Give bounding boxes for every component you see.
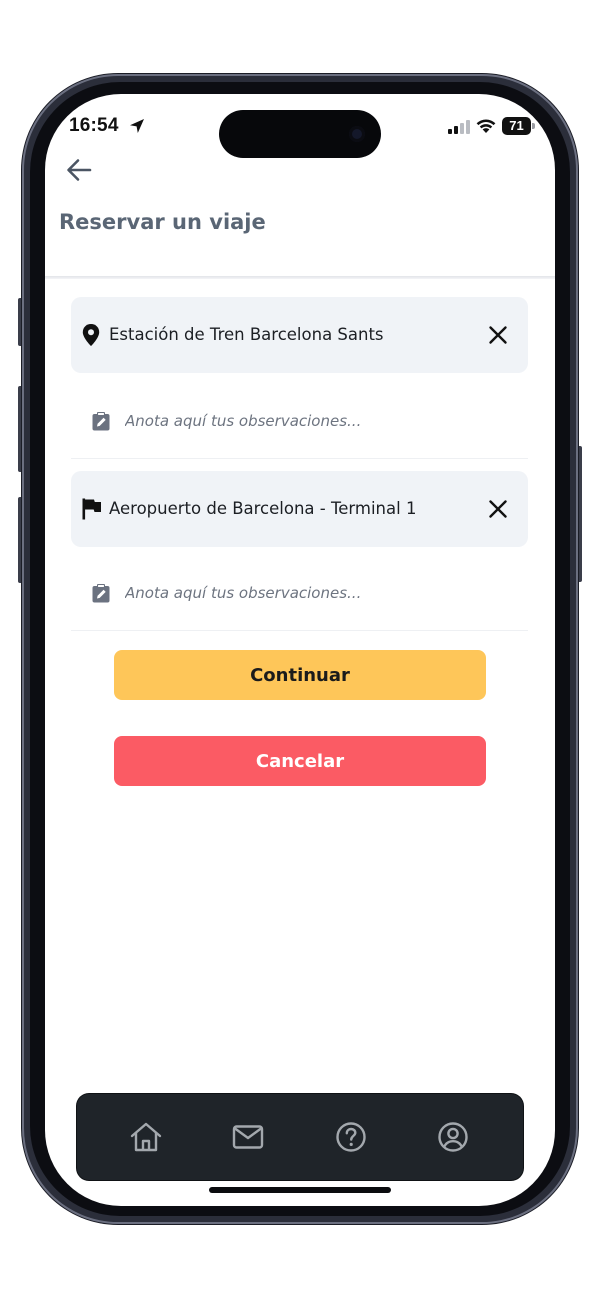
wifi-icon bbox=[476, 119, 496, 133]
map-pin-icon bbox=[82, 324, 100, 346]
back-button[interactable] bbox=[59, 150, 99, 190]
destination-notes-row bbox=[71, 556, 528, 631]
nav-item-profile[interactable] bbox=[432, 1116, 474, 1158]
cellular-signal-icon bbox=[448, 120, 470, 134]
dynamic-island bbox=[219, 110, 381, 158]
origin-value: Estación de Tren Barcelona Sants bbox=[109, 325, 384, 344]
front-camera bbox=[349, 126, 365, 142]
nav-item-help[interactable] bbox=[330, 1116, 372, 1158]
mail-icon bbox=[232, 1125, 264, 1149]
cancel-button[interactable]: Cancelar bbox=[114, 736, 486, 786]
home-indicator bbox=[209, 1187, 391, 1193]
header-divider bbox=[45, 276, 555, 279]
bottom-nav bbox=[77, 1094, 523, 1180]
home-icon bbox=[130, 1122, 162, 1152]
destination-field[interactable]: Aeropuerto de Barcelona - Terminal 1 bbox=[71, 471, 528, 547]
battery-level: 71 bbox=[509, 118, 524, 133]
phone-mockup: 16:54 71 Reservar un viaje Estación de T… bbox=[0, 0, 600, 1300]
nav-item-messages[interactable] bbox=[227, 1116, 269, 1158]
arrow-left-icon bbox=[67, 159, 92, 181]
flag-icon bbox=[82, 498, 101, 520]
battery-icon: 71 bbox=[502, 117, 536, 135]
origin-notes-input[interactable] bbox=[125, 406, 505, 436]
app-screen: 16:54 71 Reservar un viaje Estación de T… bbox=[45, 94, 555, 1206]
destination-clear-button[interactable] bbox=[486, 497, 510, 521]
origin-clear-button[interactable] bbox=[486, 323, 510, 347]
destination-value: Aeropuerto de Barcelona - Terminal 1 bbox=[109, 499, 417, 518]
clipboard-edit-icon bbox=[92, 584, 110, 603]
user-circle-icon bbox=[438, 1122, 468, 1152]
status-time: 16:54 bbox=[69, 115, 119, 136]
origin-field[interactable]: Estación de Tren Barcelona Sants bbox=[71, 297, 528, 373]
page-title: Reservar un viaje bbox=[59, 210, 266, 234]
nav-item-home[interactable] bbox=[125, 1116, 167, 1158]
continue-button[interactable]: Continuar bbox=[114, 650, 486, 700]
clipboard-edit-icon bbox=[92, 412, 110, 431]
location-arrow-icon bbox=[130, 119, 144, 133]
origin-notes-row bbox=[71, 384, 528, 459]
destination-notes-input[interactable] bbox=[125, 578, 505, 608]
help-circle-icon bbox=[336, 1122, 366, 1152]
